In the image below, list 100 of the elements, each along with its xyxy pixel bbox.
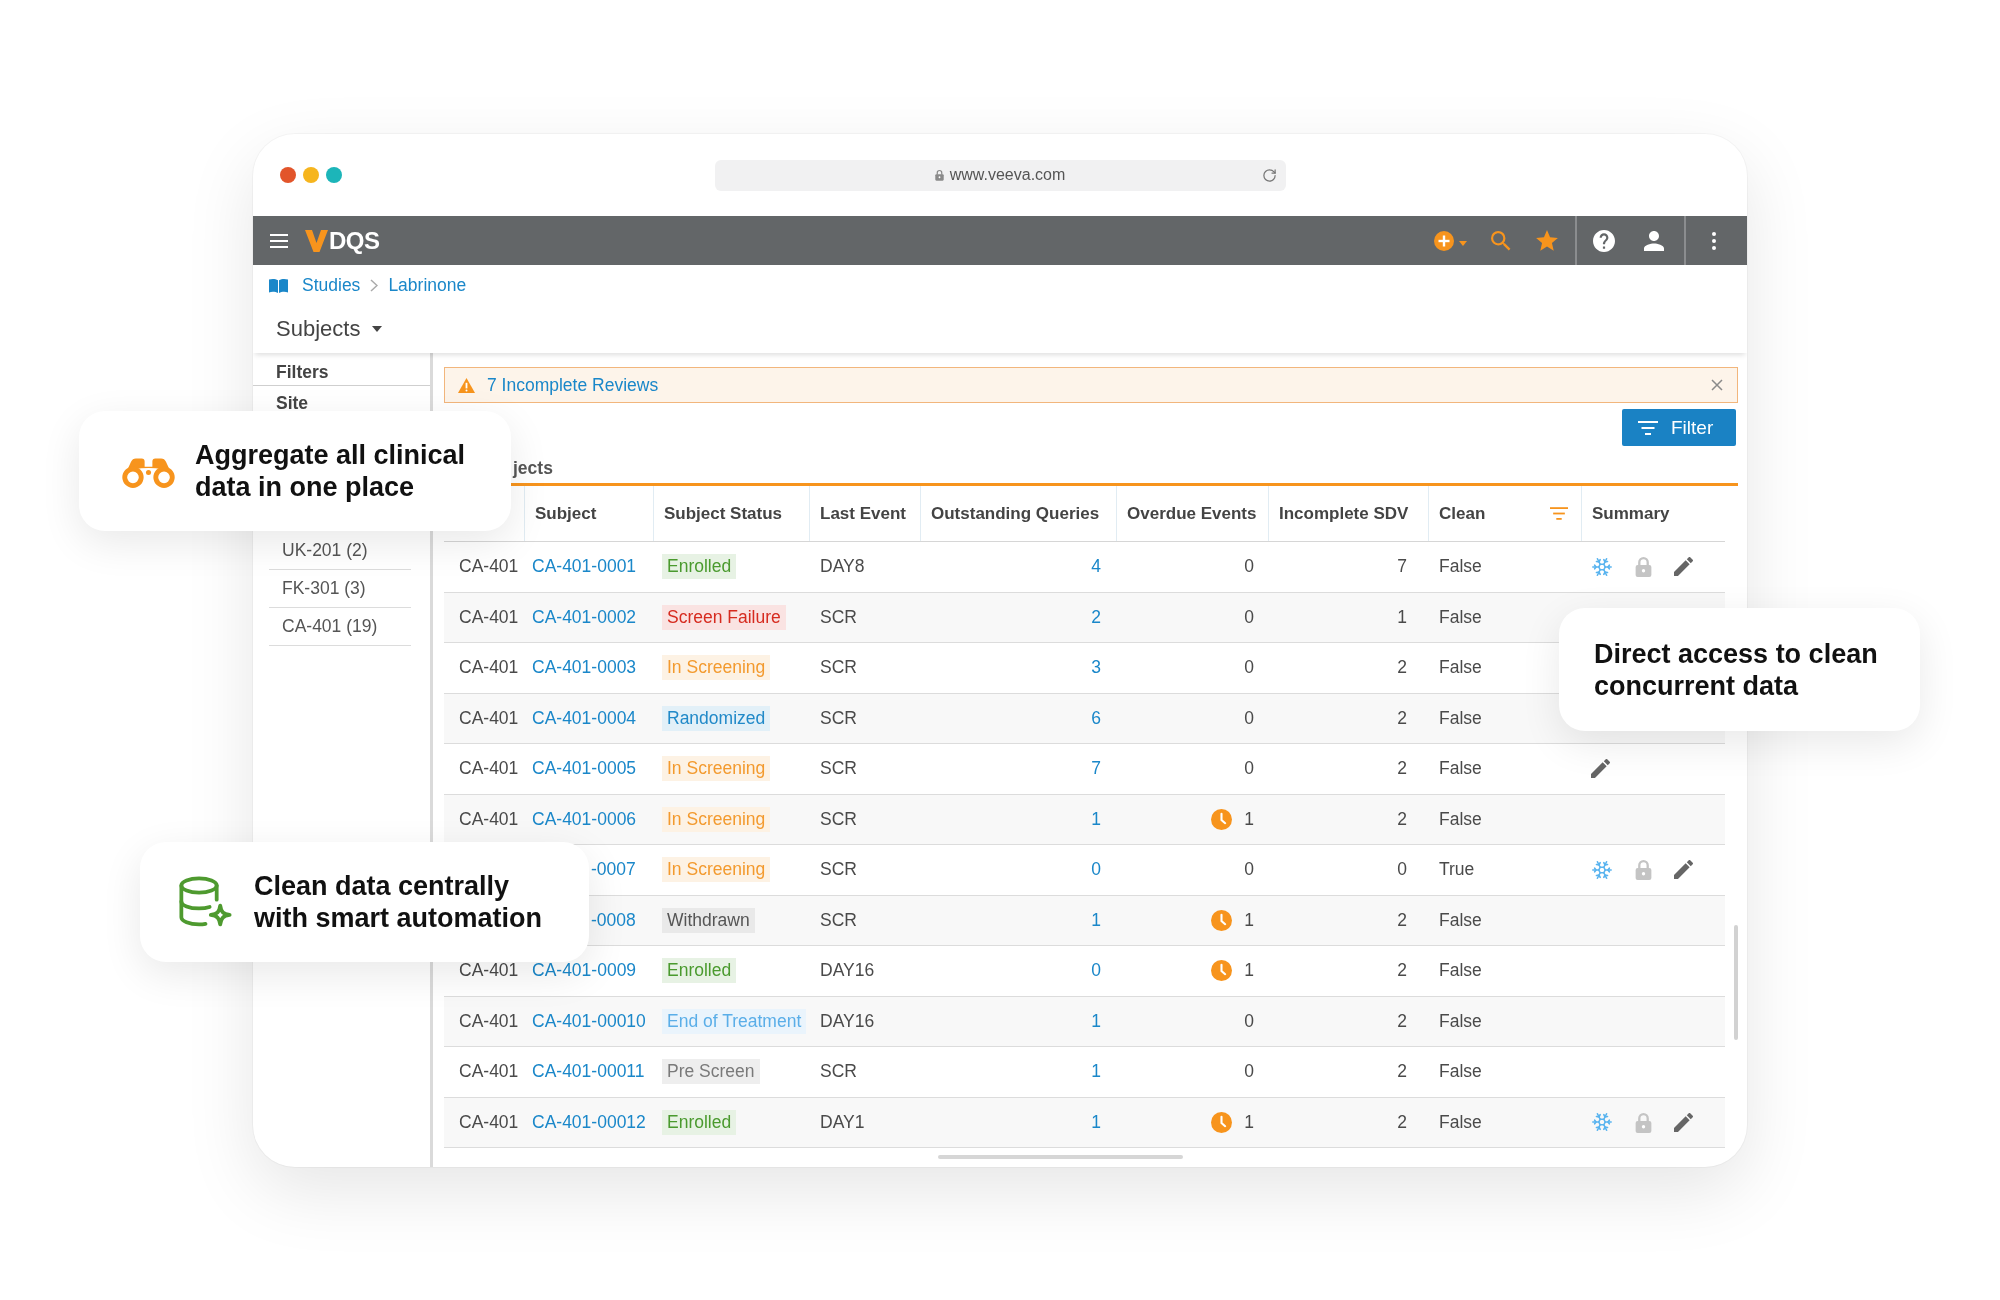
queries-link[interactable]: 2: [1091, 606, 1101, 628]
queries-link[interactable]: 1: [1091, 1010, 1101, 1032]
subject-link[interactable]: CA-401-0001: [532, 556, 637, 578]
pencil-icon[interactable]: [1674, 860, 1693, 880]
subject-link[interactable]: CA-401-0009: [532, 960, 637, 982]
address-bar[interactable]: www.veeva.com: [714, 159, 1286, 191]
plus-circle-caret-icon[interactable]: [1434, 230, 1468, 251]
subject-link[interactable]: CA-401-0006: [532, 808, 637, 830]
queries-link[interactable]: 1: [1091, 1111, 1101, 1133]
overdue-count: 0: [1244, 859, 1254, 881]
close-icon[interactable]: [1711, 379, 1723, 391]
subject-link[interactable]: CA-401-0005: [532, 758, 637, 780]
caret-down-icon: [372, 326, 383, 332]
filter-button[interactable]: Filter: [1622, 409, 1736, 446]
callout-text: Clean data centrally with smart automation: [254, 870, 544, 934]
column-header: Summary: [1592, 503, 1670, 524]
last-event-text: SCR: [820, 606, 857, 628]
horizontal-scrollbar[interactable]: [938, 1155, 1183, 1159]
page-title-dropdown[interactable]: Subjects: [276, 316, 383, 342]
status-tag: Withdrawn: [662, 907, 755, 933]
overdue-count: 0: [1244, 556, 1254, 578]
site-text: CA-401: [459, 556, 519, 578]
menu-icon[interactable]: [270, 233, 288, 248]
snowflake-icon[interactable]: [1591, 555, 1613, 578]
queries-link[interactable]: 1: [1091, 808, 1101, 830]
sdv-count: 1: [1397, 606, 1407, 628]
lock-icon[interactable]: [1635, 1111, 1652, 1133]
column-header: Subject Status: [664, 503, 783, 524]
subject-link[interactable]: CA-401-00010: [532, 1010, 646, 1032]
status-tag: Randomized: [662, 705, 771, 731]
site-filter-item[interactable]: FK-301 (3): [269, 570, 411, 608]
subject-link[interactable]: -0008: [591, 909, 636, 931]
clean-text: False: [1439, 1111, 1482, 1133]
minimize-window-dot[interactable]: [303, 167, 319, 183]
callout-text: Direct access to clean concurrent data: [1594, 637, 1879, 702]
clean-text: False: [1439, 1061, 1482, 1083]
reload-icon[interactable]: [1261, 167, 1277, 183]
maximize-window-dot[interactable]: [326, 167, 342, 183]
site-text: CA-401: [459, 808, 519, 830]
overdue-count: 0: [1244, 657, 1254, 679]
subject-link[interactable]: -0007: [591, 859, 636, 881]
clean-text: False: [1439, 909, 1482, 931]
overdue-count: 1: [1244, 1111, 1254, 1133]
clean-text: False: [1439, 1010, 1482, 1032]
search-icon[interactable]: [1491, 230, 1511, 251]
subject-link[interactable]: CA-401-0002: [532, 606, 637, 628]
clean-text: True: [1439, 859, 1475, 881]
close-window-dot[interactable]: [280, 167, 296, 183]
sdv-count: 2: [1397, 960, 1407, 982]
queries-link[interactable]: 7: [1091, 758, 1101, 780]
site-filter-item[interactable]: UK-201 (2): [269, 532, 411, 570]
queries-link[interactable]: 0: [1091, 859, 1101, 881]
column-header: Clean: [1439, 503, 1486, 524]
queries-link[interactable]: 3: [1091, 657, 1101, 679]
column-header: Overdue Events: [1127, 503, 1257, 524]
status-tag: End of Treatment: [662, 1008, 807, 1034]
pencil-icon[interactable]: [1591, 759, 1610, 779]
queries-link[interactable]: 4: [1091, 556, 1101, 578]
site-text: CA-401: [459, 960, 519, 982]
site-filter-item[interactable]: CA-401 (19): [269, 608, 411, 646]
status-tag: Enrolled: [662, 1109, 737, 1135]
sdv-count: 2: [1397, 657, 1407, 679]
last-event-text: SCR: [820, 1061, 857, 1083]
breadcrumb-link[interactable]: Studies: [302, 274, 361, 296]
lock-icon[interactable]: [1635, 859, 1652, 881]
status-tag: In Screening: [662, 806, 771, 832]
star-icon[interactable]: [1536, 230, 1558, 251]
last-event-text: SCR: [820, 707, 857, 729]
lock-icon[interactable]: [1635, 556, 1652, 578]
status-tag: Enrolled: [662, 958, 737, 984]
queries-link[interactable]: 6: [1091, 707, 1101, 729]
pencil-icon[interactable]: [1674, 557, 1693, 577]
queries-link[interactable]: 1: [1091, 1061, 1101, 1083]
subject-link[interactable]: CA-401-0004: [532, 707, 637, 729]
sdv-count: 2: [1397, 707, 1407, 729]
snowflake-icon[interactable]: [1591, 858, 1613, 881]
help-icon[interactable]: [1593, 229, 1615, 252]
clean-text: False: [1439, 960, 1482, 982]
user-icon[interactable]: [1644, 230, 1664, 251]
clean-text: False: [1439, 556, 1482, 578]
last-event-text: SCR: [820, 657, 857, 679]
filter-icon[interactable]: [1550, 507, 1568, 520]
pencil-icon[interactable]: [1674, 1112, 1693, 1132]
overdue-count: 1: [1244, 909, 1254, 931]
column-header: Outstanding Queries: [931, 503, 1100, 524]
subject-link[interactable]: CA-401-00012: [532, 1111, 646, 1133]
vertical-scrollbar[interactable]: [1734, 925, 1738, 1040]
queries-link[interactable]: 1: [1091, 909, 1101, 931]
more-vertical-icon[interactable]: [1712, 231, 1716, 250]
sdv-count: 2: [1397, 808, 1407, 830]
queries-link[interactable]: 0: [1091, 960, 1101, 982]
last-event-text: SCR: [820, 859, 857, 881]
snowflake-icon[interactable]: [1591, 1111, 1613, 1134]
site-text: CA-401: [459, 606, 519, 628]
overdue-count: 0: [1244, 1010, 1254, 1032]
subject-link[interactable]: CA-401-0003: [532, 657, 637, 679]
subject-link[interactable]: CA-401-00011: [532, 1061, 645, 1083]
breadcrumb-link[interactable]: Labrinone: [388, 274, 467, 296]
sdv-count: 2: [1397, 909, 1407, 931]
alert-link[interactable]: 7 Incomplete Reviews: [487, 374, 659, 396]
